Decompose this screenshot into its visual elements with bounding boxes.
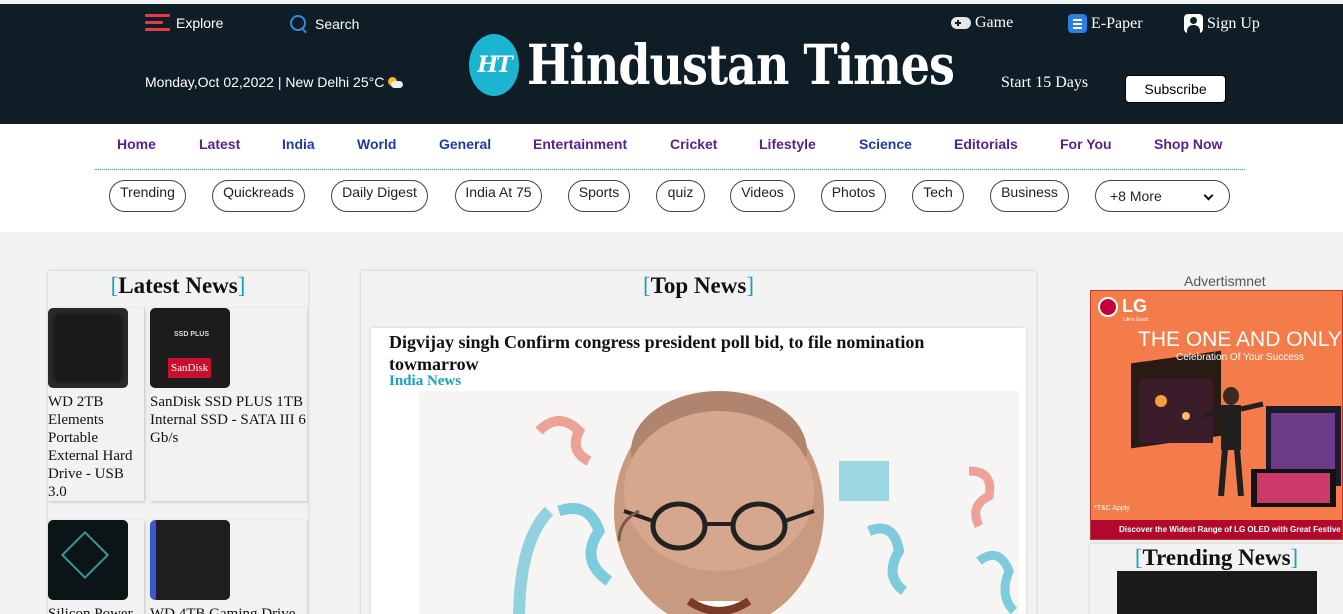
product-name: WD 4TB Gaming Drive — [150, 606, 296, 614]
nav-item-india[interactable]: India — [282, 136, 315, 152]
nav-item-lifestyle[interactable]: Lifestyle — [759, 136, 816, 152]
top-news-title-text: Top News — [650, 273, 747, 298]
ad-footer-strip: Discover the Widest Range of LG OLED wit… — [1091, 520, 1342, 539]
top-news-title: [Top News] — [361, 274, 1036, 297]
story-headline[interactable]: Digvijay singh Confirm congress presiden… — [389, 331, 989, 375]
signup-link[interactable]: Sign Up — [1184, 14, 1260, 33]
logo-badge: HT — [469, 34, 519, 96]
pill-tech[interactable]: Tech — [912, 180, 964, 212]
product-card[interactable]: SanDisk SSD PLUS 1TB Internal SSD - SATA… — [150, 308, 307, 501]
story-category[interactable]: India News — [389, 373, 461, 390]
ad-headline: THE ONE AND ONLY — [1138, 328, 1342, 351]
pill-business[interactable]: Business — [990, 180, 1069, 212]
nav-item-latest[interactable]: Latest — [199, 136, 240, 152]
explore-button[interactable]: Explore — [145, 14, 223, 32]
trending-story-image[interactable] — [1117, 571, 1317, 614]
pill-videos[interactable]: Videos — [730, 180, 795, 212]
date-weather-text: Monday,Oct 02,2022 | New Delhi 25°C — [145, 74, 385, 90]
top-news-panel: [Top News] Digvijay singh Confirm congre… — [361, 271, 1036, 614]
product-image — [150, 520, 230, 600]
nav-divider — [95, 169, 1245, 170]
pill-trending[interactable]: Trending — [109, 180, 186, 212]
game-link[interactable]: Game — [951, 14, 1013, 32]
pill-daily-digest[interactable]: Daily Digest — [331, 180, 428, 212]
more-categories-dropdown[interactable]: +8 More — [1095, 180, 1230, 212]
ad-tagline: Life's Good — [1123, 317, 1149, 323]
search-button[interactable]: Search — [289, 14, 359, 34]
product-image — [48, 520, 128, 600]
latest-news-title-text: Latest News — [118, 273, 238, 298]
product-card[interactable]: WD 2TB Elements Portable External Hard D… — [48, 308, 144, 501]
trial-text: Start 15 Days — [1001, 74, 1089, 91]
game-label: Game — [975, 14, 1014, 31]
latest-news-title: [Latest News] — [48, 274, 308, 297]
lg-logo-icon — [1098, 296, 1118, 317]
product-name: Silicon Power — [48, 606, 133, 614]
search-label: Search — [315, 16, 360, 32]
main-nav: Home Latest India World General Entertai… — [0, 124, 1343, 232]
epaper-label: E-Paper — [1091, 14, 1143, 32]
product-card[interactable]: WD 4TB Gaming Drive — [150, 520, 307, 614]
ad-label: Advertismnet — [1184, 273, 1266, 289]
site-logo[interactable]: HT Hindustan Times — [469, 32, 955, 98]
lg-logo: LG — [1098, 296, 1147, 317]
pill-quiz[interactable]: quiz — [656, 180, 705, 212]
product-name: SanDisk SSD PLUS 1TB Internal SSD - SATA… — [150, 394, 306, 446]
nav-item-world[interactable]: World — [357, 136, 396, 152]
ad-terms: *T&C Apply — [1094, 505, 1130, 512]
bracket-open: [ — [643, 273, 651, 298]
product-name: WD 2TB Elements Portable External Hard D… — [48, 394, 133, 500]
product-card[interactable]: Silicon Power — [48, 520, 144, 614]
pill-photos[interactable]: Photos — [821, 180, 886, 212]
subscribe-button[interactable]: Subscribe — [1125, 75, 1226, 103]
pill-india-at-75[interactable]: India At 75 — [455, 180, 542, 212]
epaper-link[interactable]: E-Paper — [1068, 14, 1143, 33]
top-story-card[interactable]: Digvijay singh Confirm congress presiden… — [371, 328, 1026, 614]
user-icon — [1184, 14, 1203, 33]
trending-news-title-text: Trending News — [1142, 545, 1291, 570]
nav-item-home[interactable]: Home — [117, 136, 156, 152]
ad-subheadline: Celebration Of Your Success — [1176, 352, 1304, 363]
trending-news-panel: [Trending News] — [1090, 544, 1343, 614]
logo-wordmark: Hindustan Times — [527, 32, 955, 98]
hamburger-menu-icon — [145, 14, 170, 32]
nav-item-for-you[interactable]: For You — [1060, 136, 1112, 152]
product-image — [150, 308, 230, 388]
nav-item-shop-now[interactable]: Shop Now — [1154, 136, 1222, 152]
chevron-down-icon — [1203, 190, 1214, 201]
bracket-close: ] — [746, 273, 754, 298]
latest-news-panel: [Latest News] WD 2TB Elements Portable E… — [48, 271, 308, 614]
nav-item-entertainment[interactable]: Entertainment — [533, 136, 627, 152]
story-photo-illustration — [419, 391, 1019, 614]
partly-cloudy-icon — [387, 77, 404, 88]
search-icon — [289, 14, 309, 34]
gamepad-icon — [951, 17, 971, 29]
story-image[interactable] — [419, 391, 1019, 614]
pill-quickreads[interactable]: Quickreads — [212, 180, 305, 212]
lg-advertisement[interactable]: LG Life's Good THE ONE AND ONLY Celebrat… — [1090, 290, 1343, 540]
explore-label: Explore — [176, 15, 224, 31]
lg-brand-text: LG — [1122, 296, 1147, 316]
trending-news-title: [Trending News] — [1090, 546, 1343, 569]
site-header: Explore Search Monday,Oct 02,2022 | New … — [0, 4, 1343, 124]
signup-label: Sign Up — [1207, 14, 1260, 32]
epaper-icon — [1068, 14, 1087, 33]
more-label: +8 More — [1110, 188, 1162, 204]
product-image — [48, 308, 128, 388]
nav-item-general[interactable]: General — [439, 136, 491, 152]
nav-item-editorials[interactable]: Editorials — [954, 136, 1018, 152]
pill-sports[interactable]: Sports — [568, 180, 630, 212]
nav-item-cricket[interactable]: Cricket — [670, 136, 717, 152]
date-weather: Monday,Oct 02,2022 | New Delhi 25°C — [145, 74, 404, 90]
nav-item-science[interactable]: Science — [859, 136, 912, 152]
bracket-close: ] — [237, 273, 246, 298]
bracket-close: ] — [1290, 545, 1299, 570]
